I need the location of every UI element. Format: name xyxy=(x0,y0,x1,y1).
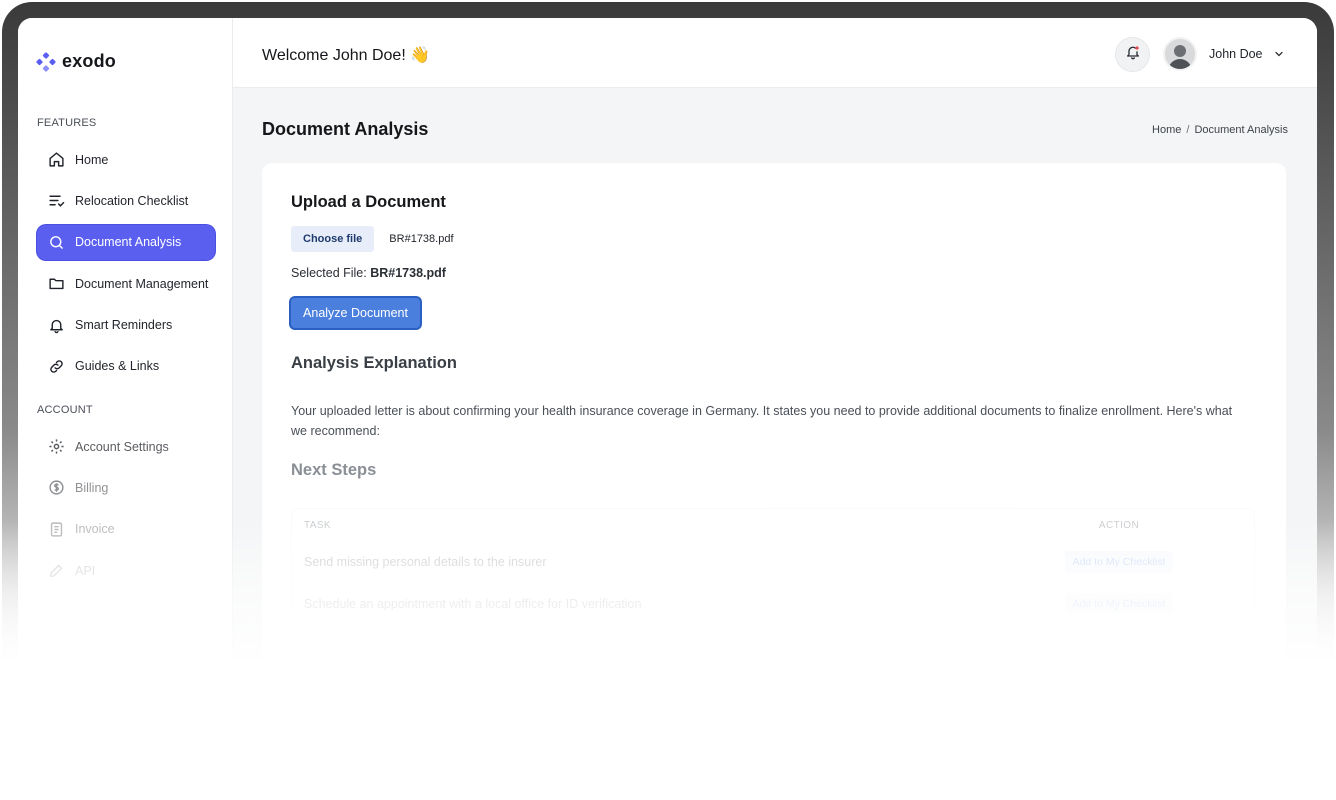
action-column-header: ACTION xyxy=(1098,519,1140,531)
bottom-background xyxy=(0,660,1336,800)
sidebar-item-label: Guides & Links xyxy=(75,359,160,374)
sidebar-item-label: Document Management xyxy=(75,276,209,291)
next-steps-heading: Next Steps xyxy=(291,461,377,479)
document-icon xyxy=(48,521,65,538)
sidebar-item-label: Home xyxy=(75,152,109,167)
sidebar-item-label: Smart Reminders xyxy=(75,318,173,333)
page-title: Document Analysis xyxy=(262,119,429,139)
sidebar-item-document-management[interactable]: Document Management xyxy=(37,266,215,301)
sidebar-item-label: Account Settings xyxy=(75,439,169,454)
notifications-button[interactable] xyxy=(1115,37,1150,72)
table-header: TASK ACTION xyxy=(292,509,1254,541)
chevron-down-icon[interactable] xyxy=(1273,47,1285,65)
home-icon xyxy=(48,151,65,168)
sidebar-item-document-analysis[interactable]: Document Analysis xyxy=(37,224,215,260)
sidebar-item-label: Invoice xyxy=(75,522,115,537)
sidebar-item-smart-reminders[interactable]: Smart Reminders xyxy=(37,308,215,343)
features-section-label: FEATURES xyxy=(37,117,97,129)
add-to-checklist-button[interactable]: Add to My Checklist xyxy=(1064,551,1174,573)
upload-heading: Upload a Document xyxy=(291,193,446,211)
chosen-file-name: BR#1738.pdf xyxy=(389,233,454,245)
dollar-icon xyxy=(48,479,65,496)
notification-bell-icon xyxy=(1125,44,1141,65)
table-row: Send missing personal details to the ins… xyxy=(292,541,1254,583)
next-steps-table: TASK ACTION Send missing personal detail… xyxy=(291,508,1255,626)
welcome-message: Welcome John Doe! 👋 xyxy=(262,47,431,64)
link-icon xyxy=(48,358,65,375)
sidebar-item-label: API xyxy=(75,563,96,578)
selected-file-text: Selected File: BR#1738.pdf xyxy=(291,266,1257,280)
edit-icon xyxy=(48,562,65,579)
checklist-icon xyxy=(48,192,65,209)
search-icon xyxy=(48,234,65,251)
top-bar: Welcome John Doe! 👋 John Doe xyxy=(233,18,1317,88)
breadcrumb-current: Document Analysis xyxy=(1194,124,1288,136)
user-name[interactable]: John Doe xyxy=(1209,47,1263,61)
task-cell: Send missing personal details to the ins… xyxy=(304,555,547,569)
table-row: Schedule an appointment with a local off… xyxy=(292,583,1254,625)
account-nav: Account Settings Billing Invoice API xyxy=(37,429,215,595)
exodo-logo-icon xyxy=(36,51,56,72)
avatar[interactable] xyxy=(1163,37,1197,71)
sidebar-item-invoice[interactable]: Invoice xyxy=(37,512,215,547)
brand-name: exodo xyxy=(62,51,117,71)
task-column-header: TASK xyxy=(304,519,331,531)
breadcrumb-home[interactable]: Home xyxy=(1152,124,1181,136)
sidebar-item-account-settings[interactable]: Account Settings xyxy=(37,429,215,464)
sidebar-item-guides-links[interactable]: Guides & Links xyxy=(37,349,215,384)
choose-file-button[interactable]: Choose file xyxy=(291,226,375,252)
add-to-checklist-button[interactable]: Add to My Checklist xyxy=(1064,593,1174,615)
features-nav: Home Relocation Checklist Document Analy… xyxy=(37,142,215,390)
selected-file-prefix: Selected File: xyxy=(291,266,371,280)
breadcrumb-separator: / xyxy=(1186,124,1190,136)
analyze-document-button[interactable]: Analyze Document xyxy=(291,298,420,328)
sidebar-item-label: Billing xyxy=(75,480,109,495)
task-cell: Schedule an appointment with a local off… xyxy=(304,597,642,611)
brand[interactable]: exodo xyxy=(36,51,116,72)
analysis-explanation: Your uploaded letter is about confirming… xyxy=(291,404,1233,438)
folder-icon xyxy=(48,275,65,292)
sidebar-item-label: Relocation Checklist xyxy=(75,193,189,208)
bell-icon xyxy=(48,317,65,334)
file-input: Choose file BR#1738.pdf xyxy=(291,226,1257,252)
sidebar-item-billing[interactable]: Billing xyxy=(37,470,215,505)
sidebar-item-relocation-checklist[interactable]: Relocation Checklist xyxy=(37,183,215,218)
sidebar-item-api[interactable]: API xyxy=(37,553,215,588)
gear-icon xyxy=(48,438,65,455)
account-section-label: ACCOUNT xyxy=(37,404,93,416)
analysis-heading: Analysis Explanation xyxy=(291,354,457,372)
selected-file-name: BR#1738.pdf xyxy=(370,266,446,280)
breadcrumb: Home / Document Analysis xyxy=(1152,124,1288,136)
sidebar-item-home[interactable]: Home xyxy=(37,142,215,177)
sidebar-item-label: Document Analysis xyxy=(75,235,182,250)
